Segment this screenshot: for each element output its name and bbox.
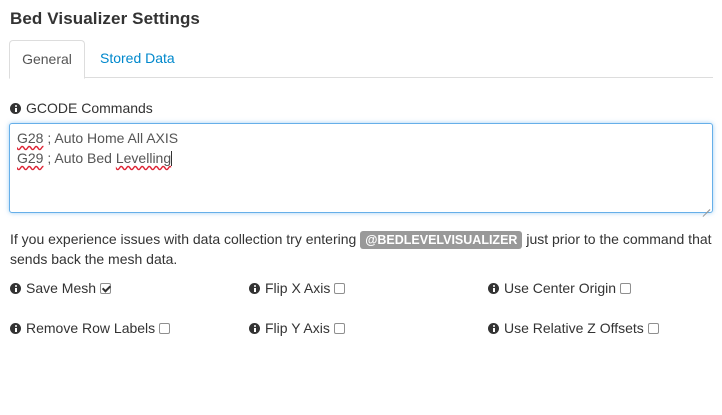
flip-y-axis-checkbox[interactable] xyxy=(333,323,345,334)
info-icon xyxy=(249,323,260,334)
option-label: Remove Row Labels xyxy=(26,320,156,336)
option-label: Flip Y Axis xyxy=(265,320,330,336)
tab-general[interactable]: General xyxy=(9,40,85,79)
option-label: Save Mesh xyxy=(26,280,97,296)
option-save-mesh: Save Mesh xyxy=(10,278,112,298)
option-label: Use Relative Z Offsets xyxy=(504,320,644,336)
gcode-line-last-word: Levelling xyxy=(115,150,172,166)
option-flip-y-axis: Flip Y Axis xyxy=(249,318,345,338)
flip-x-axis-checkbox[interactable] xyxy=(334,283,346,294)
option-remove-row-labels: Remove Row Labels xyxy=(10,318,171,338)
info-icon xyxy=(10,323,21,334)
option-label: Use Center Origin xyxy=(504,280,617,296)
save-mesh-checkbox[interactable] xyxy=(100,283,112,294)
gcode-line-comment: ; Auto Bed xyxy=(43,150,116,166)
page-title: Bed Visualizer Settings xyxy=(10,9,200,28)
tab-stored-data[interactable]: Stored Data xyxy=(86,40,189,78)
info-icon xyxy=(488,323,499,334)
option-label: Flip X Axis xyxy=(265,280,331,296)
code-badge: @BEDLEVELVISUALIZER xyxy=(360,231,523,249)
gcode-line-code: G28 xyxy=(17,130,44,146)
option-use-center-origin: Use Center Origin xyxy=(488,278,632,298)
gcode-commands-label: GCODE Commands xyxy=(10,100,153,116)
gcode-commands-textarea[interactable]: G28 ; Auto Home All AXIS G29 ; Auto Bed … xyxy=(9,123,713,213)
help-text-before: If you experience issues with data colle… xyxy=(10,231,361,247)
info-icon xyxy=(488,283,499,294)
use-relative-z-offsets-checkbox[interactable] xyxy=(647,323,659,334)
remove-row-labels-checkbox[interactable] xyxy=(159,323,171,334)
gcode-line-comment: ; Auto Home All AXIS xyxy=(43,130,179,146)
gcode-line: G29 ; Auto Bed Levelling xyxy=(17,150,173,166)
text-caret xyxy=(171,151,173,166)
gcode-commands-label-text: GCODE Commands xyxy=(26,100,153,116)
resize-grip-icon[interactable] xyxy=(702,202,710,210)
info-icon xyxy=(10,103,21,114)
info-icon xyxy=(10,283,21,294)
use-center-origin-checkbox[interactable] xyxy=(620,283,632,294)
option-flip-x-axis: Flip X Axis xyxy=(249,278,346,298)
help-text: If you experience issues with data colle… xyxy=(10,229,715,269)
gcode-line-code: G29 xyxy=(17,150,44,166)
option-use-relative-z-offsets: Use Relative Z Offsets xyxy=(488,318,659,338)
tab-bar: General Stored Data xyxy=(9,40,713,79)
gcode-line: G28 ; Auto Home All AXIS xyxy=(17,130,178,146)
info-icon xyxy=(249,283,260,294)
